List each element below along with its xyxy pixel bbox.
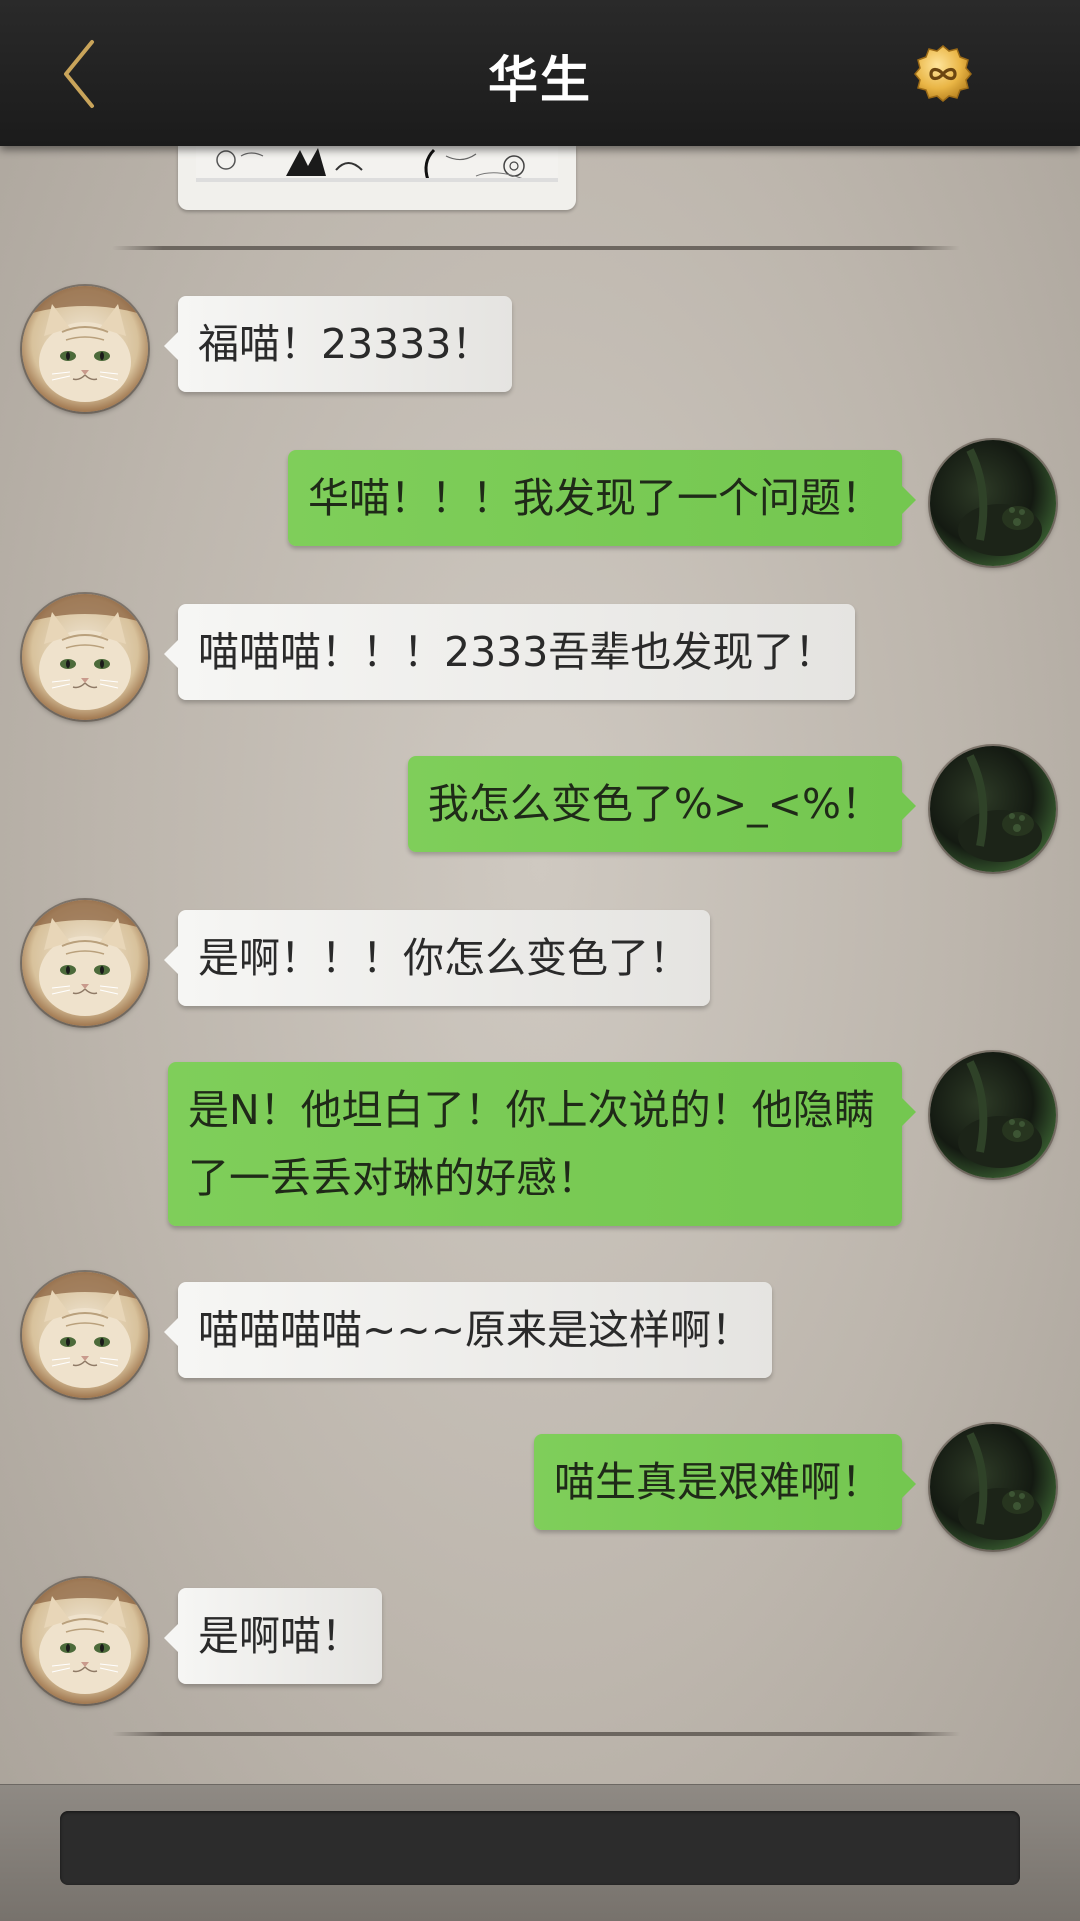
chat-area[interactable]: 福喵！23333！ 华喵！！！我发现了一个问题！ 喵喵喵！！！2333吾辈也发现…: [0, 146, 1080, 1784]
infinity-coin-icon: [914, 45, 972, 102]
divider: [112, 246, 960, 250]
cat-avatar-icon: [22, 286, 148, 412]
cat-avatar-icon: [22, 1272, 148, 1398]
dark-paw-avatar-icon: [930, 1052, 1056, 1178]
message-bubble-sent[interactable]: 是N！他坦白了！你上次说的！他隐瞒了一丢丢对琳的好感！: [168, 1062, 916, 1226]
message-bubble-sent[interactable]: 华喵！！！我发现了一个问题！: [288, 450, 916, 546]
my-avatar[interactable]: [930, 440, 1056, 566]
message-bubble-received[interactable]: 喵喵喵喵~~~原来是这样啊！: [163, 1282, 773, 1378]
my-avatar[interactable]: [930, 1424, 1056, 1550]
message-bubble-sent[interactable]: 我怎么变色了%>_<%！: [407, 756, 917, 852]
cat-avatar-icon: [22, 900, 148, 1026]
message-input[interactable]: [60, 1811, 1020, 1885]
my-avatar[interactable]: [930, 1052, 1056, 1178]
divider: [112, 1732, 960, 1736]
infinity-coin-button[interactable]: [914, 44, 972, 102]
dark-paw-avatar-icon: [930, 440, 1056, 566]
message-bubble-received[interactable]: 福喵！23333！: [163, 296, 513, 392]
dark-paw-avatar-icon: [930, 1424, 1056, 1550]
cat-avatar-icon: [22, 1578, 148, 1704]
input-bar: [0, 1784, 1080, 1921]
message-bubble-received[interactable]: 喵喵喵！！！2333吾辈也发现了！: [163, 604, 856, 700]
image-message[interactable]: [178, 146, 576, 210]
contact-avatar[interactable]: [22, 1272, 148, 1398]
message-bubble-received[interactable]: 是啊！！！你怎么变色了！: [164, 910, 710, 1006]
dark-paw-avatar-icon: [930, 746, 1056, 872]
cat-avatar-icon: [22, 594, 148, 720]
contact-avatar[interactable]: [22, 286, 148, 412]
contact-avatar[interactable]: [22, 594, 148, 720]
message-bubble-received[interactable]: 是啊喵！: [164, 1588, 382, 1684]
message-bubble-sent[interactable]: 喵生真是艰难啊！: [534, 1434, 916, 1530]
sketch-image: [196, 146, 558, 182]
top-bar: 华生: [0, 0, 1080, 146]
contact-avatar[interactable]: [22, 1578, 148, 1704]
my-avatar[interactable]: [930, 746, 1056, 872]
contact-avatar[interactable]: [22, 900, 148, 1026]
